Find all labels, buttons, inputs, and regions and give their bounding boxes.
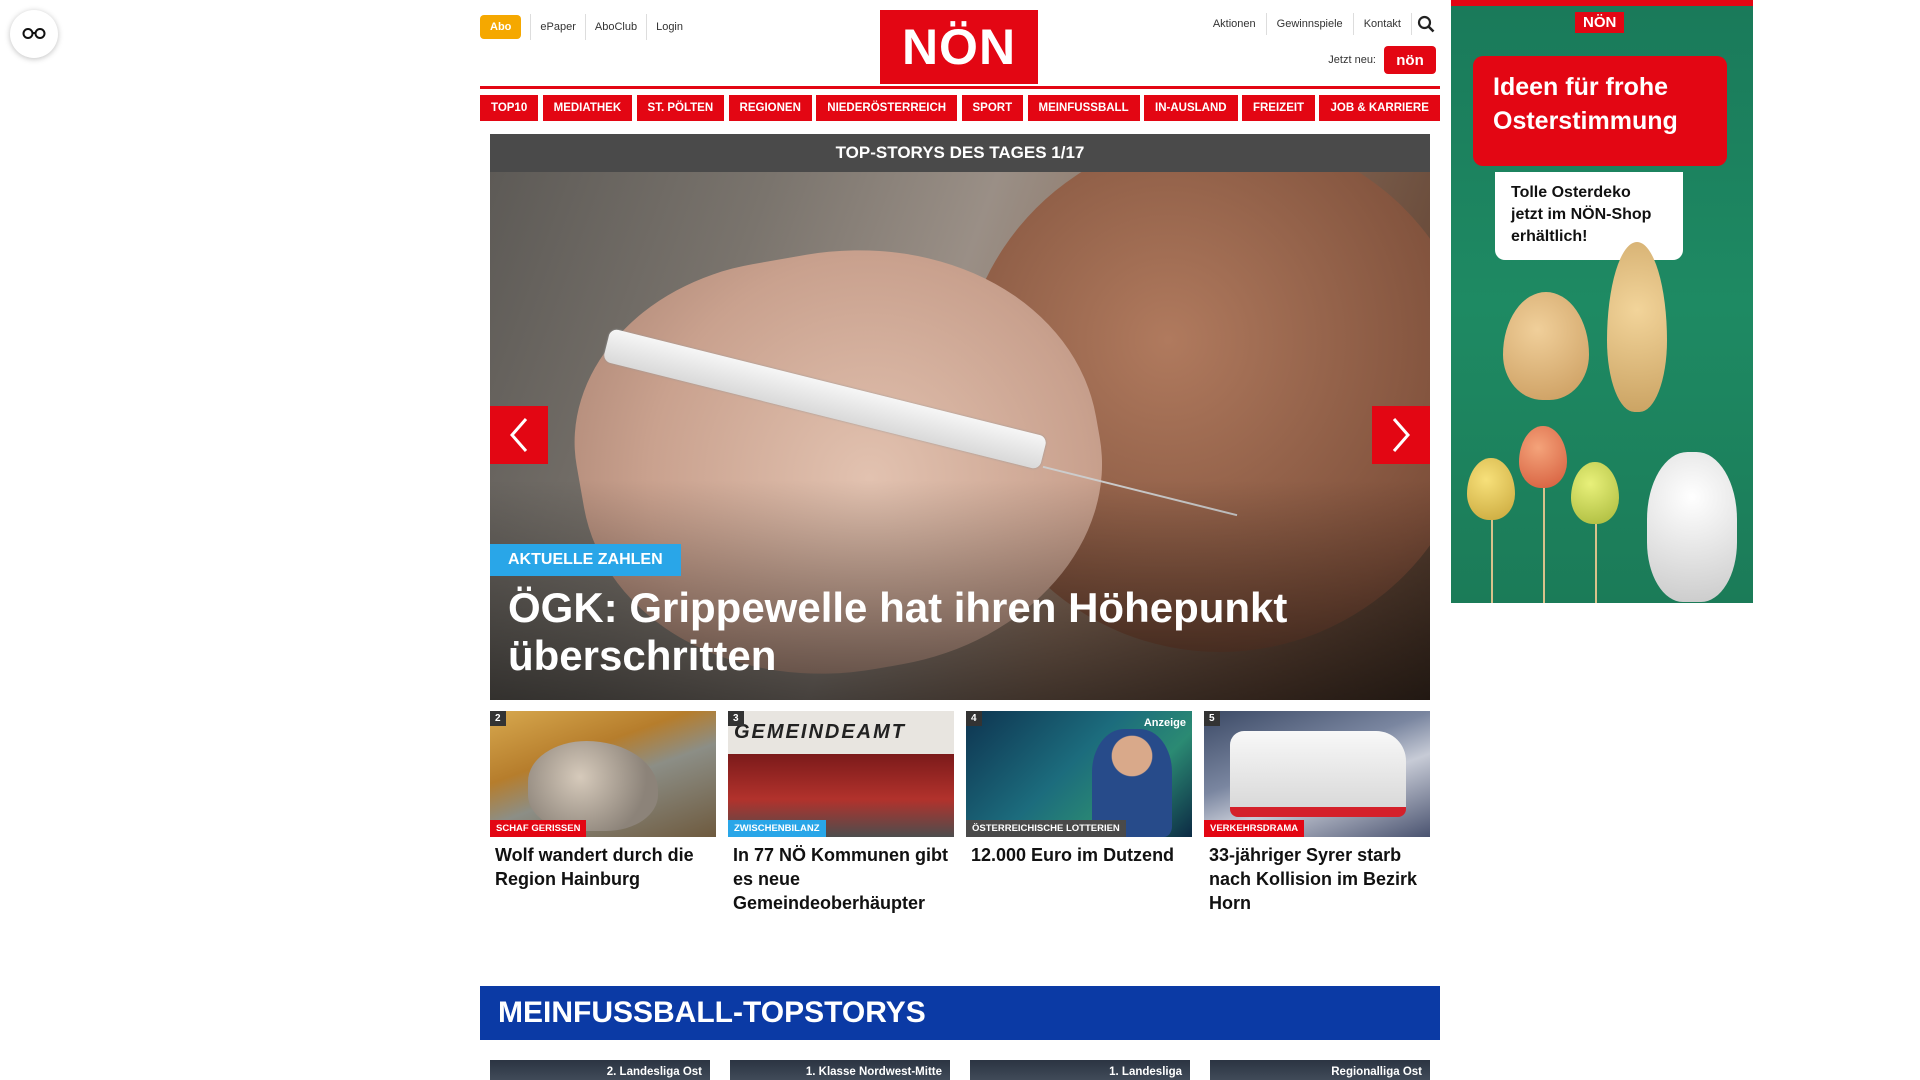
site-logo[interactable]: NÖN: [880, 10, 1038, 84]
football-teaser[interactable]: Regionalliga Ost: [1210, 1060, 1430, 1080]
jetzt-neu-badge[interactable]: nön: [1384, 46, 1436, 74]
football-league-label: Regionalliga Ost: [1331, 1066, 1422, 1078]
jetzt-neu: Jetzt neu: nön: [1328, 46, 1436, 74]
story-image[interactable]: 4 Anzeige ÖSTERREICHISCHE LOTTERIEN: [966, 711, 1192, 837]
header-right-links: Aktionen Gewinnspiele Kontakt: [1203, 12, 1440, 36]
ad-note: Tolle Osterdeko jetzt im NÖN-Shop erhält…: [1495, 172, 1683, 260]
chevron-left-icon: [510, 418, 528, 452]
epaper-link[interactable]: ePaper: [530, 14, 584, 40]
site-header: Abo ePaper AboClub Login NÖN Aktionen Ge…: [480, 0, 1440, 121]
ad-logo: NÖN: [1575, 12, 1625, 33]
story-image[interactable]: 5 VERKEHRSDRAMA: [1204, 711, 1430, 837]
gewinnspiele-link[interactable]: Gewinnspiele: [1267, 13, 1354, 35]
story-teaser-verkehr[interactable]: 5 VERKEHRSDRAMA 33-jähriger Syrer starb …: [1204, 711, 1430, 915]
ad-egg-decoration: [1519, 426, 1567, 488]
site-container: Abo ePaper AboClub Login NÖN Aktionen Ge…: [480, 0, 1440, 1080]
story-image[interactable]: 2 SCHAF GERISSEN: [490, 711, 716, 837]
ad-egg-decoration: [1571, 462, 1619, 524]
story-headline[interactable]: In 77 NÖ Kommunen gibt es neue Gemeindeo…: [728, 837, 954, 915]
nav-item-meinfussball[interactable]: MEINFUSSBALL: [1027, 95, 1140, 121]
ad-bunny-decoration: [1607, 242, 1667, 412]
football-league-label: 1. Landesliga: [1109, 1066, 1182, 1078]
story-category-tag[interactable]: SCHAF GERISSEN: [490, 820, 587, 837]
gemeindeamt-sign: GEMEINDEAMT: [734, 721, 906, 743]
story-number: 5: [1204, 711, 1220, 726]
slider-prev-button[interactable]: [490, 406, 548, 464]
aktionen-link[interactable]: Aktionen: [1203, 13, 1267, 35]
abo-button[interactable]: Abo: [480, 15, 522, 39]
story-teaser-gemeinde[interactable]: GEMEINDEAMT 3 ZWISCHENBILANZ In 77 NÖ Ko…: [728, 711, 954, 915]
story-headline[interactable]: 33-jähriger Syrer starb nach Kollision i…: [1204, 837, 1430, 915]
story-headline[interactable]: 12.000 Euro im Dutzend: [966, 837, 1192, 867]
wolf-figure: [528, 741, 658, 831]
story-category-tag[interactable]: ÖSTERREICHISCHE LOTTERIEN: [966, 820, 1126, 837]
nav-item-st-poelten[interactable]: ST. PÖLTEN: [636, 95, 725, 121]
football-league-label: 2. Landesliga Ost: [606, 1066, 702, 1078]
story-teasers: 2 SCHAF GERISSEN Wolf wandert durch die …: [490, 711, 1430, 915]
nav-item-sport[interactable]: SPORT: [961, 95, 1024, 121]
kontakt-link[interactable]: Kontakt: [1354, 13, 1412, 35]
reader-mode-button[interactable]: [10, 10, 58, 58]
easter-ad-banner[interactable]: NÖN Ideen für frohe Osterstimmung Tolle …: [1451, 0, 1753, 603]
nav-item-mediathek[interactable]: MEDIATHEK: [542, 95, 633, 121]
ad-headline: Ideen für frohe Osterstimmung: [1473, 56, 1727, 166]
story-category-tag[interactable]: VERKEHRSDRAMA: [1204, 820, 1305, 837]
story-number: 4: [966, 711, 982, 726]
chevron-right-icon: [1392, 418, 1410, 452]
meinfussball-section-title[interactable]: MEINFUSSBALL-TOPSTORYS: [480, 986, 1440, 1040]
story-image[interactable]: GEMEINDEAMT 3 ZWISCHENBILANZ: [728, 711, 954, 837]
glasses-icon: [22, 28, 46, 39]
story-number: 3: [728, 711, 744, 726]
football-teaser[interactable]: 1. Klasse Nordwest-Mitte: [730, 1060, 950, 1080]
story-headline[interactable]: Wolf wandert durch die Region Hainburg: [490, 837, 716, 891]
login-link[interactable]: Login: [646, 14, 692, 40]
football-teaser[interactable]: 2. Landesliga Ost: [490, 1060, 710, 1080]
story-teaser-lotterien[interactable]: 4 Anzeige ÖSTERREICHISCHE LOTTERIEN 12.0…: [966, 711, 1192, 915]
nav-item-niederoesterreich[interactable]: NIEDERÖSTERREICH: [816, 95, 958, 121]
hero-headline[interactable]: ÖGK: Grippewelle hat ihren Höhepunkt übe…: [508, 584, 1408, 680]
nav-item-top10[interactable]: TOP10: [480, 95, 539, 121]
ad-stick: [1491, 506, 1493, 603]
ad-egg-decoration: [1503, 292, 1589, 400]
jetzt-neu-label: Jetzt neu:: [1328, 54, 1376, 66]
top-stories-slider: TOP-STORYS DES TAGES 1/17 AKTUELLE ZAHLE…: [490, 134, 1430, 700]
header-left-links: Abo ePaper AboClub Login: [480, 14, 692, 40]
hero-image[interactable]: AKTUELLE ZAHLEN ÖGK: Grippewelle hat ihr…: [490, 172, 1430, 700]
slider-next-button[interactable]: [1372, 406, 1430, 464]
ad-egg-decoration: [1467, 458, 1515, 520]
top-stories-header: TOP-STORYS DES TAGES 1/17: [490, 134, 1430, 172]
nav-item-freizeit[interactable]: FREIZEIT: [1241, 95, 1316, 121]
search-icon[interactable]: [1412, 12, 1440, 36]
story-category-tag[interactable]: ZWISCHENBILANZ: [728, 820, 826, 837]
nav-item-regionen[interactable]: REGIONEN: [728, 95, 812, 121]
aboclub-link[interactable]: AboClub: [584, 14, 646, 40]
story-teaser-wolf[interactable]: 2 SCHAF GERISSEN Wolf wandert durch die …: [490, 711, 716, 915]
anzeige-label: Anzeige: [1143, 717, 1186, 729]
story-number: 2: [490, 711, 506, 726]
ad-rabbit-decoration: [1647, 452, 1737, 602]
nav-item-in-ausland[interactable]: IN-AUSLAND: [1144, 95, 1238, 121]
football-teaser[interactable]: 1. Landesliga: [970, 1060, 1190, 1080]
ambulance-figure: [1230, 731, 1406, 817]
main-nav: TOP10 MEDIATHEK ST. PÖLTEN REGIONEN NIED…: [480, 86, 1440, 121]
football-league-label: 1. Klasse Nordwest-Mitte: [805, 1066, 942, 1078]
meinfussball-teasers: 2. Landesliga Ost 1. Klasse Nordwest-Mit…: [490, 1060, 1430, 1080]
hero-category-tag[interactable]: AKTUELLE ZAHLEN: [490, 544, 681, 576]
nav-item-job-karriere[interactable]: JOB & KARRIERE: [1319, 95, 1440, 121]
